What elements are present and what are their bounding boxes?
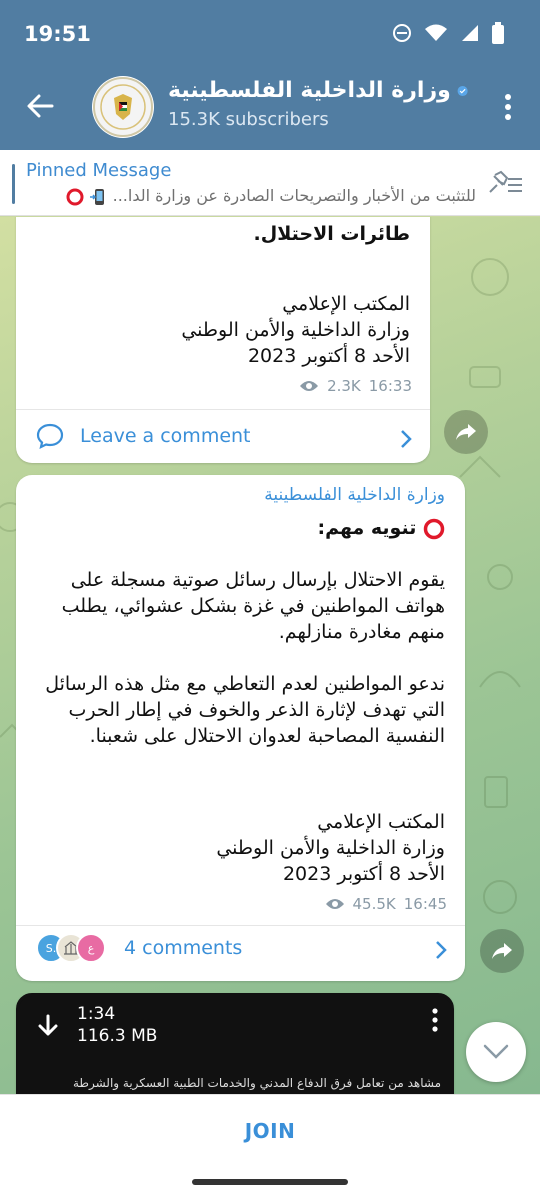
video-caption: مشاهد من تعامل فرق الدفاع المدني والخدما… bbox=[72, 1076, 441, 1090]
more-vertical-icon[interactable] bbox=[431, 1008, 439, 1032]
subscriber-count: 15.3K subscribers bbox=[168, 109, 329, 130]
signature-ministry: وزارة الداخلية والأمن الوطني bbox=[216, 837, 445, 859]
message-signature: المكتب الإعلامي وزارة الداخلية والأمن ال… bbox=[16, 291, 430, 369]
commenter-avatars: S. ع bbox=[36, 933, 106, 963]
status-icons bbox=[392, 22, 504, 44]
channel-title-area[interactable]: وزارة الداخلية الفلسطينية 15.3K subscrib… bbox=[168, 78, 468, 130]
view-count: 45.5K bbox=[352, 895, 396, 913]
download-icon bbox=[38, 1014, 58, 1036]
message-bubble[interactable]: وزارة الداخلية الفلسطينية تنويه مهم: يقو… bbox=[16, 475, 465, 981]
signature-date: الأحد 8 أكتوبر 2023 bbox=[282, 863, 445, 885]
signature-office: المكتب الإعلامي bbox=[317, 811, 445, 833]
message-text: طائرات الاحتلال. bbox=[253, 223, 410, 245]
verified-badge-icon bbox=[457, 85, 468, 96]
back-button[interactable] bbox=[26, 92, 54, 124]
forward-button[interactable] bbox=[444, 410, 488, 454]
dnd-icon bbox=[393, 24, 411, 42]
home-gesture-handle[interactable] bbox=[192, 1179, 348, 1185]
comments-button[interactable]: S. ع 4 comments bbox=[36, 933, 242, 963]
message-author: وزارة الداخلية الفلسطينية bbox=[264, 485, 445, 505]
wifi-icon bbox=[425, 24, 447, 41]
join-button[interactable]: JOIN bbox=[0, 1094, 540, 1166]
chevron-right-icon bbox=[401, 430, 412, 448]
message-time: 16:45 bbox=[403, 895, 447, 913]
pinned-message-bar[interactable]: Pinned Message للتثبت من الأخبار والتصري… bbox=[0, 150, 540, 216]
more-menu-button[interactable] bbox=[504, 94, 512, 124]
battery-icon bbox=[492, 22, 504, 44]
signal-icon bbox=[462, 25, 478, 41]
chevron-right-icon bbox=[436, 941, 447, 959]
eye-icon bbox=[325, 899, 344, 909]
red-circle-icon bbox=[423, 518, 445, 539]
pinned-list-button[interactable] bbox=[486, 170, 524, 200]
leave-comment-button[interactable]: Leave a comment bbox=[36, 423, 251, 449]
message-bubble[interactable]: طائرات الاحتلال. المكتب الإعلامي وزارة ا… bbox=[16, 217, 430, 463]
video-size: 116.3 MB bbox=[77, 1026, 158, 1046]
forward-button[interactable] bbox=[480, 929, 524, 973]
status-time: 19:51 bbox=[24, 22, 91, 46]
channel-header: وزارة الداخلية الفلسطينية 15.3K subscrib… bbox=[0, 68, 540, 150]
chevron-down-icon bbox=[483, 1044, 509, 1059]
message-signature: المكتب الإعلامي وزارة الداخلية والأمن ال… bbox=[16, 809, 465, 887]
message-meta: 2.3K 16:33 bbox=[299, 377, 412, 395]
message-paragraph-2: ندعو المواطنين لعدم التعاطي مع مثل هذه ا… bbox=[45, 673, 445, 747]
chat-area[interactable]: طائرات الاحتلال. المكتب الإعلامي وزارة ا… bbox=[0, 217, 540, 1094]
video-message[interactable]: 1:34 116.3 MB مشاهد من تعامل فرق الدفاع … bbox=[16, 993, 454, 1094]
comments-count-label: 4 comments bbox=[124, 937, 243, 959]
scroll-down-button[interactable] bbox=[466, 1022, 526, 1082]
leave-comment-label: Leave a comment bbox=[80, 425, 251, 447]
commenter-avatar: ع bbox=[76, 933, 106, 963]
share-arrow-icon bbox=[492, 943, 512, 959]
message-meta: 45.5K 16:45 bbox=[325, 895, 447, 913]
comments-divider bbox=[16, 925, 465, 926]
share-arrow-icon bbox=[456, 424, 476, 440]
system-nav-bar bbox=[0, 1166, 540, 1200]
message-time: 16:33 bbox=[368, 377, 412, 395]
message-heading: تنويه مهم: bbox=[317, 517, 417, 539]
pinned-label: Pinned Message bbox=[26, 160, 172, 181]
video-duration: 1:34 bbox=[77, 1004, 116, 1024]
pinned-preview-text: للتثبت من الأخبار والتصريحات الصادرة عن … bbox=[112, 186, 476, 205]
message-heading-row: تنويه مهم: bbox=[16, 515, 465, 541]
channel-avatar[interactable] bbox=[92, 76, 154, 138]
more-vertical-icon bbox=[505, 94, 511, 120]
mobile-phone-icon bbox=[89, 188, 104, 205]
pin-list-icon bbox=[489, 170, 522, 193]
pinned-indicator bbox=[12, 164, 15, 204]
eye-icon bbox=[300, 381, 319, 391]
status-bar: 19:51 bbox=[0, 0, 540, 68]
comment-bubble-icon bbox=[36, 423, 64, 449]
channel-title: وزارة الداخلية الفلسطينية bbox=[168, 78, 451, 103]
channel-title-row: وزارة الداخلية الفلسطينية bbox=[168, 78, 468, 103]
signature-office: المكتب الإعلامي bbox=[282, 293, 410, 315]
message-paragraph-1: يقوم الاحتلال بإرسال رسائل صوتية مسجلة ع… bbox=[61, 569, 445, 643]
signature-date: الأحد 8 أكتوبر 2023 bbox=[247, 345, 410, 367]
arrow-left-icon bbox=[27, 94, 54, 118]
ministry-logo-icon bbox=[93, 77, 153, 137]
pinned-preview: للتثبت من الأخبار والتصريحات الصادرة عن … bbox=[26, 186, 476, 206]
red-circle-icon bbox=[66, 188, 84, 205]
signature-ministry: وزارة الداخلية والأمن الوطني bbox=[181, 319, 410, 341]
view-count: 2.3K bbox=[327, 377, 361, 395]
comments-divider bbox=[16, 409, 430, 410]
join-label: JOIN bbox=[244, 1118, 296, 1143]
